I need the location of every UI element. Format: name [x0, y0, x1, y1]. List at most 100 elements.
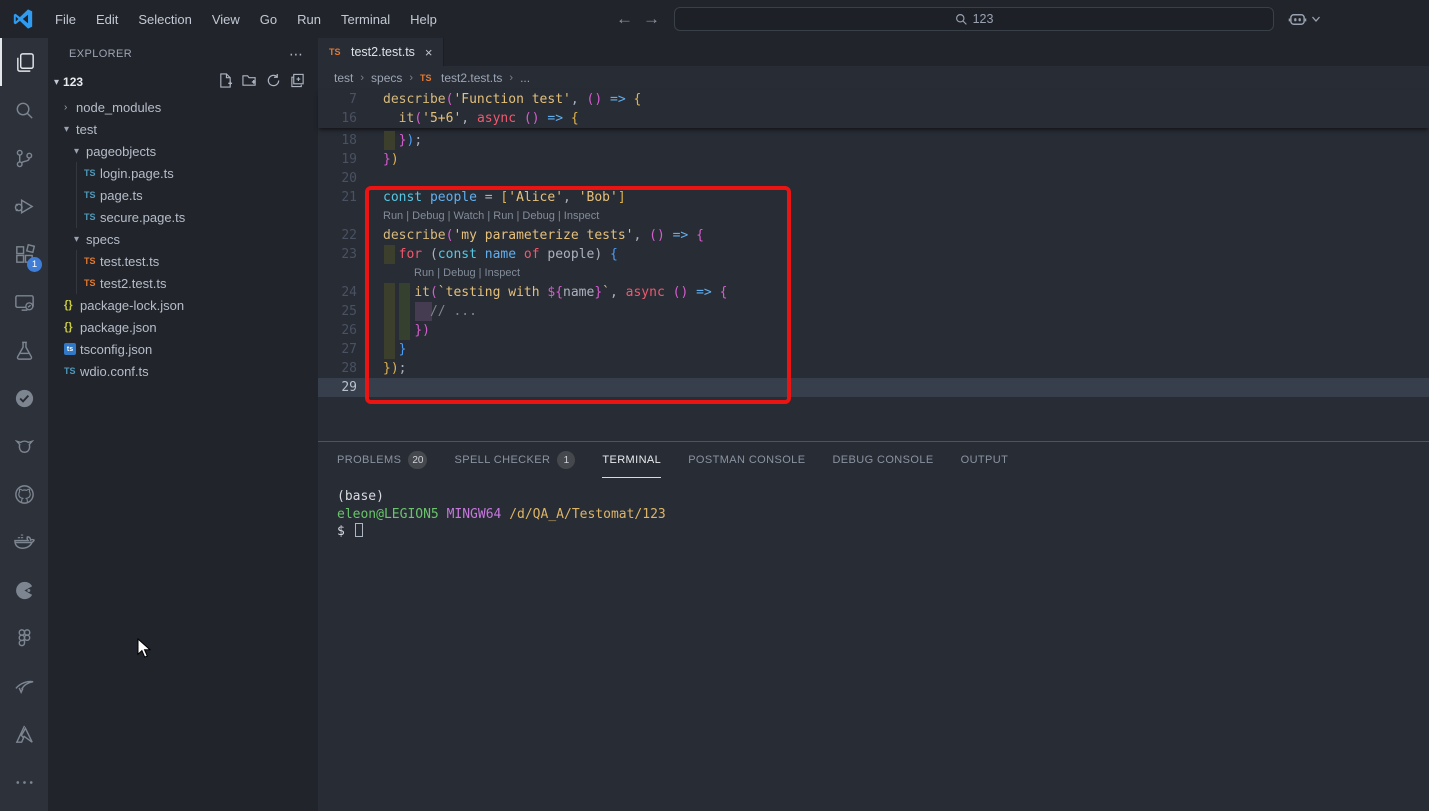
code-line: 27 } — [318, 340, 1429, 359]
file-package-lock-json[interactable]: {}package-lock.json — [48, 294, 318, 316]
token: async — [626, 285, 665, 300]
copilot-menu[interactable] — [1288, 10, 1321, 29]
code-line: 16 it('5+6', async () => { — [318, 109, 1429, 128]
token: { — [720, 285, 728, 300]
panel-tab-label: POSTMAN CONSOLE — [688, 454, 805, 466]
file-package-json[interactable]: {}package.json — [48, 316, 318, 338]
file-tsconfig-json[interactable]: tstsconfig.json — [48, 338, 318, 360]
code-text: it('5+6', async () => { — [383, 109, 579, 128]
code-line: 26 }) — [318, 321, 1429, 340]
breadcrumb-item-specs[interactable]: specs — [371, 71, 402, 85]
file-test2-test-ts[interactable]: TStest2.test.ts — [48, 272, 318, 294]
refresh-icon[interactable] — [266, 73, 281, 91]
tree-item-label: test — [76, 122, 97, 137]
panel-tab-label: SPELL CHECKER — [454, 454, 550, 466]
panel-tab-postman-console[interactable]: POSTMAN CONSOLE — [688, 442, 805, 478]
file-test-test-ts[interactable]: TStest.test.ts — [48, 250, 318, 272]
menu-terminal[interactable]: Terminal — [332, 8, 399, 31]
explorer-more-button[interactable]: ⋯ — [289, 46, 304, 63]
code-text: for (const name of people) { — [383, 245, 618, 264]
folder-pageobjects[interactable]: ▾pageobjects — [48, 140, 318, 162]
menu-file[interactable]: File — [46, 8, 85, 31]
file-login-page-ts[interactable]: TSlogin.page.ts — [48, 162, 318, 184]
terminal-text: MINGW64 — [447, 507, 502, 522]
back-arrow-icon[interactable]: ← — [616, 9, 633, 29]
token: of — [524, 247, 540, 262]
panel-tab-problems[interactable]: PROBLEMS20 — [337, 442, 427, 478]
menu-run[interactable]: Run — [288, 8, 330, 31]
token — [712, 285, 720, 300]
terminal-text: (base) — [337, 489, 384, 504]
file-page-ts[interactable]: TSpage.ts — [48, 184, 318, 206]
swoosh-icon[interactable] — [0, 662, 48, 710]
source-control-icon[interactable] — [0, 134, 48, 182]
bottom-panel: PROBLEMS20 SPELL CHECKER1 TERMINAL POSTMAN … — [318, 441, 1429, 811]
pacman-icon[interactable] — [0, 566, 48, 614]
tab-test2-test-ts[interactable]: TS test2.test.ts × — [318, 38, 444, 66]
panel-tab-spell-checker[interactable]: SPELL CHECKER1 — [454, 442, 575, 478]
menu-edit[interactable]: Edit — [87, 8, 127, 31]
check-circle-icon[interactable] — [0, 374, 48, 422]
token — [383, 133, 399, 148]
panel-tab-terminal[interactable]: TERMINAL — [602, 442, 661, 478]
panel-tab-output[interactable]: OUTPUT — [961, 442, 1009, 478]
chevron-down-icon: ▾ — [74, 146, 86, 157]
remote-explorer-icon[interactable] — [0, 278, 48, 326]
folder-specs[interactable]: ▾specs — [48, 228, 318, 250]
extensions-icon[interactable]: 1 — [0, 230, 48, 278]
line-number: 20 — [318, 169, 383, 188]
test-flask-icon[interactable] — [0, 326, 48, 374]
breadcrumb-label: specs — [371, 71, 402, 85]
breadcrumb-item-test2-test-ts[interactable]: TStest2.test.ts — [420, 71, 502, 85]
folder-node-modules[interactable]: ›node_modules — [48, 96, 318, 118]
forward-arrow-icon[interactable]: → — [643, 9, 660, 29]
new-folder-icon[interactable] — [242, 73, 257, 91]
run-debug-icon[interactable] — [0, 182, 48, 230]
folder-test[interactable]: ▾test — [48, 118, 318, 140]
token: ${ — [547, 285, 563, 300]
token — [516, 247, 524, 262]
codelens-row[interactable]: Run | Debug | Watch | Run | Debug | Insp… — [318, 207, 1429, 226]
explorer-sidebar: EXPLORER ⋯ ▾ 123 ›node_modules▾test▾page… — [48, 38, 318, 811]
code-editor[interactable]: 7describe('Function test', () => {16 it(… — [318, 90, 1429, 441]
terminal-text: $ — [337, 524, 353, 539]
menu-view[interactable]: View — [203, 8, 249, 31]
file-wdio-conf-ts[interactable]: TSwdio.conf.ts — [48, 360, 318, 382]
chevron-down-icon: ▾ — [74, 234, 86, 245]
breadcrumb-item-test[interactable]: test — [334, 71, 353, 85]
new-file-icon[interactable] — [218, 73, 233, 91]
workspace-root-row[interactable]: ▾ 123 — [48, 70, 318, 94]
explorer-icon[interactable] — [0, 38, 48, 86]
tree-item-label: test.test.ts — [100, 254, 159, 269]
indent-guide — [76, 272, 77, 294]
tab-bar: TS test2.test.ts × — [318, 38, 1429, 66]
collapse-all-icon[interactable] — [290, 73, 305, 91]
azure-icon[interactable] — [0, 710, 48, 758]
breadcrumb-label: test2.test.ts — [441, 71, 502, 85]
token — [688, 228, 696, 243]
close-icon[interactable]: × — [425, 45, 433, 60]
terminal-line: (base) — [337, 488, 1429, 506]
command-search-input[interactable]: 123 — [674, 7, 1274, 31]
menu-go[interactable]: Go — [251, 8, 286, 31]
breadcrumb-item--[interactable]: ... — [520, 71, 530, 85]
figma-icon[interactable] — [0, 614, 48, 662]
menu-help[interactable]: Help — [401, 8, 446, 31]
code-text: it(`testing with ${name}`, async () => { — [383, 283, 727, 302]
json-icon: {} — [64, 321, 80, 333]
terminal-output[interactable]: (base)eleon@LEGION5 MINGW64 /d/QA_A/Test… — [318, 478, 1429, 541]
search-icon[interactable] — [0, 86, 48, 134]
panel-tab-label: PROBLEMS — [337, 454, 401, 466]
panel-tab-label: OUTPUT — [961, 454, 1009, 466]
codelens-row[interactable]: Run | Debug | Inspect — [318, 264, 1429, 283]
panel-tab-debug-console[interactable]: DEBUG CONSOLE — [832, 442, 933, 478]
menu-selection[interactable]: Selection — [129, 8, 200, 31]
cat-icon[interactable] — [0, 422, 48, 470]
breadcrumb-separator: › — [360, 72, 364, 84]
more-icon[interactable] — [0, 758, 48, 806]
code-line: 7describe('Function test', () => { — [318, 90, 1429, 109]
docker-icon[interactable] — [0, 518, 48, 566]
github-icon[interactable] — [0, 470, 48, 518]
file-secure-page-ts[interactable]: TSsecure.page.ts — [48, 206, 318, 228]
code-line: 20 — [318, 169, 1429, 188]
